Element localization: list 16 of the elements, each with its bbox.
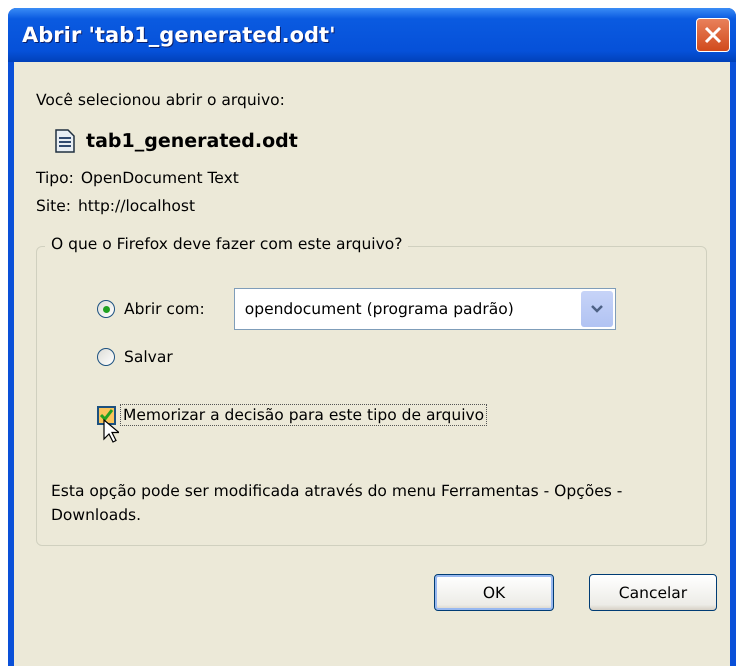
radio-label: Salvar xyxy=(124,348,173,366)
file-name: tab1_generated.odt xyxy=(86,130,298,152)
dropdown-value: opendocument (programa padrão) xyxy=(244,300,514,318)
app-dropdown[interactable]: opendocument (programa padrão) xyxy=(234,288,616,330)
dialog-button[interactable]: Cancelar xyxy=(589,574,717,611)
intro-text: Você selecionou abrir o arquivo: xyxy=(36,91,285,109)
dialog-button[interactable]: OK xyxy=(434,574,554,611)
detail-label: Tipo: xyxy=(36,169,74,187)
detail-value: http://localhost xyxy=(78,197,196,215)
radio-label: Abrir com: xyxy=(124,300,205,318)
note-text: Esta opção pode ser modificada através do menu Ferramentas - Opções - Downloads. xyxy=(51,481,624,526)
detail-value: OpenDocument Text xyxy=(80,169,239,187)
window-title: Abrir 'tab1_generated.odt' xyxy=(21,23,336,47)
checkbox-label: Memorizar a decisão para este tipo de arquivo xyxy=(120,404,488,426)
groupbox-legend: O que o Firefox deve fazer com este arquivo? xyxy=(45,235,408,253)
detail-label: Site: xyxy=(36,197,71,215)
